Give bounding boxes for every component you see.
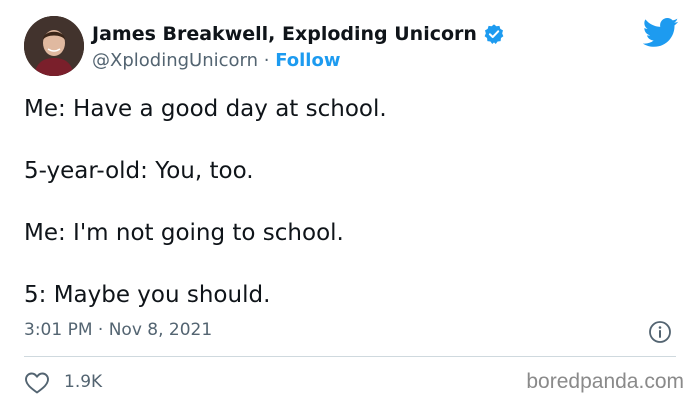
author-name[interactable]: James Breakwell, Exploding Unicorn — [92, 23, 477, 45]
handle-line: @XplodingUnicorn · Follow — [92, 50, 340, 71]
divider — [24, 356, 676, 357]
avatar[interactable] — [24, 16, 84, 76]
author-handle[interactable]: @XplodingUnicorn — [92, 50, 258, 71]
watermark: boredpanda.com — [526, 370, 684, 393]
tweet-line-4: 5: Maybe you should. — [24, 282, 271, 308]
handle-separator: · — [258, 50, 276, 71]
tweet-line-1: Me: Have a good day at school. — [24, 96, 387, 122]
tweet-line-2: 5-year-old: You, too. — [24, 158, 254, 184]
heart-icon[interactable] — [24, 371, 50, 395]
twitter-bird-icon[interactable] — [643, 18, 679, 48]
author-name-row[interactable]: James Breakwell, Exploding Unicorn — [92, 23, 505, 45]
tweet-timestamp[interactable]: 3:01 PM · Nov 8, 2021 — [24, 320, 212, 340]
info-icon[interactable] — [648, 320, 672, 344]
like-count[interactable]: 1.9K — [64, 372, 102, 392]
verified-badge-icon — [483, 23, 505, 45]
tweet-line-3: Me: I'm not going to school. — [24, 220, 344, 246]
follow-link[interactable]: Follow — [275, 50, 340, 71]
